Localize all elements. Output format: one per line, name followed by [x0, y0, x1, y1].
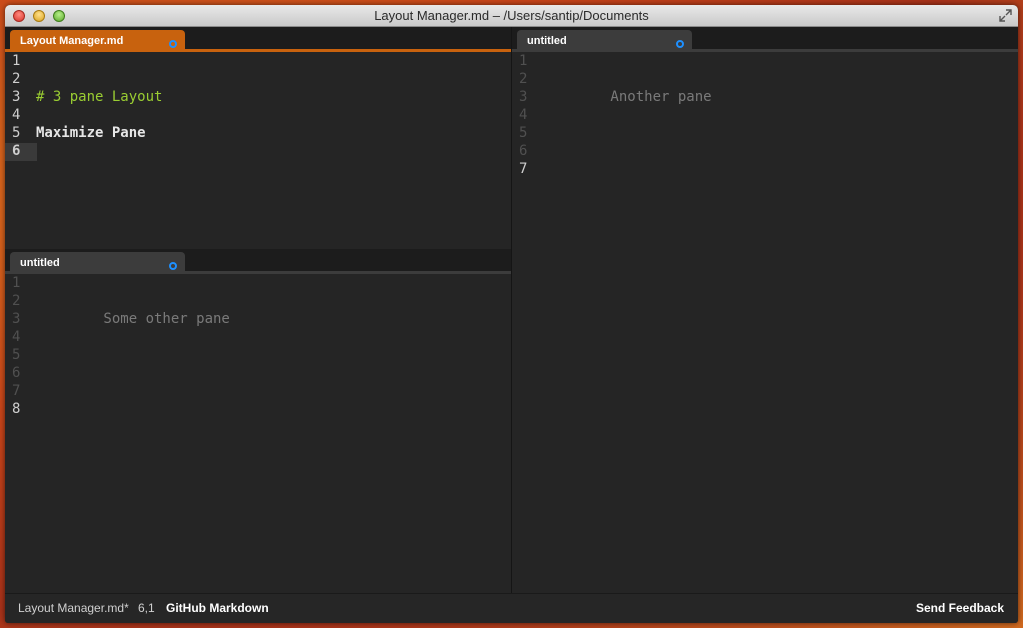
editor-area[interactable]: 1 2 3 # 3 pane Layout 4 5 Maximize Pane 6	[5, 52, 511, 249]
tab-bar: untitled	[512, 27, 1018, 52]
tab-untitled[interactable]: untitled	[517, 30, 692, 52]
line: 4	[5, 107, 511, 125]
status-cursor-position[interactable]: 6,1	[138, 601, 155, 615]
tab-bar: Layout Manager.md	[5, 27, 511, 52]
line: 1	[5, 53, 511, 71]
tab-untitled[interactable]: untitled	[10, 252, 185, 274]
tab-label: Layout Manager.md	[20, 35, 124, 47]
line-number: 1	[12, 275, 21, 291]
line-number: 6	[519, 143, 528, 159]
line: 1	[512, 53, 1018, 71]
pane-bottom-left[interactable]: untitled 1 2 3 Some other pane 4 5 6 7 8	[5, 249, 511, 593]
modified-indicator-icon[interactable]	[169, 40, 177, 48]
editor-area[interactable]: 1 2 3 Some other pane 4 5 6 7 8	[5, 274, 511, 593]
pane-right[interactable]: untitled 1 2 3 Another pane 4 5 6 7	[512, 27, 1018, 593]
line: 6	[5, 365, 511, 383]
line: 4	[512, 107, 1018, 125]
window-title: Layout Manager.md – /Users/santip/Docume…	[374, 8, 649, 23]
line-number: 3	[12, 311, 21, 327]
current-line-highlight	[5, 143, 37, 161]
line: 4	[5, 329, 511, 347]
line-number: 3	[519, 89, 528, 105]
line-number: 2	[519, 71, 528, 87]
line-number: 1	[519, 53, 528, 69]
line: 2	[5, 293, 511, 311]
send-feedback-button[interactable]: Send Feedback	[916, 601, 1004, 615]
status-file-name: Layout Manager.md*	[18, 601, 129, 615]
line: 6	[512, 143, 1018, 161]
pane-top-left[interactable]: Layout Manager.md 1 2 3 # 3 pane Layout 4…	[5, 27, 511, 249]
line-number: 7	[519, 161, 528, 177]
tab-bar: untitled	[5, 249, 511, 274]
tab-label: untitled	[20, 257, 60, 269]
line-text: Some other pane	[36, 311, 230, 327]
modified-indicator-icon[interactable]	[676, 40, 684, 48]
status-grammar-selector[interactable]: GitHub Markdown	[166, 601, 269, 615]
line-text: Another pane	[543, 89, 712, 105]
line-number: 4	[12, 329, 21, 345]
current-line: 6	[5, 143, 511, 161]
line-number: 5	[12, 125, 21, 141]
line-number: 5	[519, 125, 528, 141]
line: 5	[512, 125, 1018, 143]
title-bar: Layout Manager.md – /Users/santip/Docume…	[5, 5, 1018, 27]
line: 2	[5, 71, 511, 89]
line-number: 3	[12, 89, 21, 105]
line-number: 2	[12, 293, 21, 309]
line-text: # 3 pane Layout	[36, 89, 163, 105]
line-number: 6	[12, 365, 21, 381]
line-number: 4	[519, 107, 528, 123]
fullscreen-icon[interactable]	[999, 9, 1012, 22]
line: 1	[5, 275, 511, 293]
tab-layout-manager[interactable]: Layout Manager.md	[10, 30, 185, 52]
line: 7	[512, 161, 1018, 179]
line-number: 1	[12, 53, 21, 69]
line-number: 8	[12, 401, 21, 417]
line-text: Maximize Pane	[36, 125, 146, 141]
line: 3 # 3 pane Layout	[5, 89, 511, 107]
line: 8	[5, 401, 511, 419]
line: 5 Maximize Pane	[5, 125, 511, 143]
editor-area[interactable]: 1 2 3 Another pane 4 5 6 7	[512, 52, 1018, 593]
line: 7	[5, 383, 511, 401]
editor-window: Layout Manager.md – /Users/santip/Docume…	[5, 5, 1018, 623]
line: 5	[5, 347, 511, 365]
line: 2	[512, 71, 1018, 89]
line-number: 4	[12, 107, 21, 123]
line-number: 2	[12, 71, 21, 87]
status-bar: Layout Manager.md* 6,1 GitHub Markdown S…	[5, 593, 1018, 623]
line-number: 7	[12, 383, 21, 399]
line-number: 6	[12, 143, 21, 159]
line: 3 Some other pane	[5, 311, 511, 329]
line: 3 Another pane	[512, 89, 1018, 107]
modified-indicator-icon[interactable]	[169, 262, 177, 270]
tab-label: untitled	[527, 35, 567, 47]
line-number: 5	[12, 347, 21, 363]
